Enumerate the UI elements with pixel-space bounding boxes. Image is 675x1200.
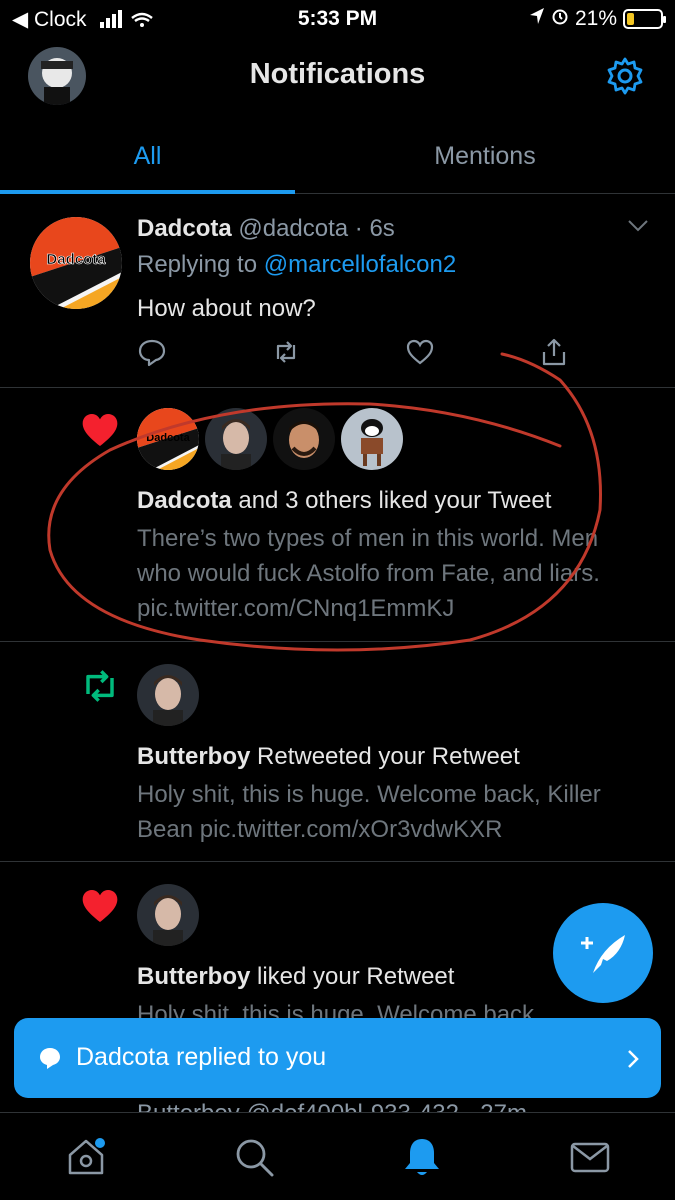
search-icon[interactable] bbox=[232, 1135, 276, 1179]
notification-actor[interactable]: Dadcota bbox=[137, 487, 232, 514]
reply-tweet[interactable]: Dadcota Dadcota @dadcota · 6s Replying t… bbox=[0, 195, 675, 388]
compose-tweet-button[interactable] bbox=[553, 903, 653, 1003]
liker-avatars: Dadcota bbox=[137, 408, 403, 470]
location-icon bbox=[529, 7, 545, 31]
notification-headline: Butterboy liked your Retweet bbox=[137, 963, 454, 991]
partial-next-text: Butterboy @dof400bl·933·432 · 27m bbox=[137, 1100, 527, 1112]
replying-to: Replying to @marcellofalcon2 bbox=[137, 251, 456, 279]
avatar[interactable] bbox=[137, 664, 199, 726]
avatar-logo-text: Dadcota bbox=[46, 251, 106, 268]
replying-prefix: Replying to bbox=[137, 251, 258, 278]
speech-bubble-icon bbox=[38, 1046, 62, 1077]
notification-action: and 3 others liked your Tweet bbox=[238, 487, 552, 514]
bottom-nav bbox=[0, 1112, 675, 1200]
notification-tabs: All Mentions bbox=[0, 118, 675, 194]
compose-feather-icon bbox=[581, 935, 625, 973]
notification-actor[interactable]: Butterboy bbox=[137, 963, 250, 990]
reply-toast[interactable]: Dadcota replied to you bbox=[14, 1018, 661, 1098]
dadcota-avatar[interactable]: Dadcota bbox=[30, 217, 122, 309]
notification-actor[interactable]: Butterboy bbox=[137, 743, 250, 770]
retweeter-avatars bbox=[137, 664, 199, 726]
notification-action: Retweeted your Retweet bbox=[257, 743, 520, 770]
top-header: Notifications bbox=[0, 38, 675, 116]
status-bar: ◀ Clock 5:33 PM 21% bbox=[0, 0, 675, 38]
tweet-meta: Dadcota @dadcota · 6s bbox=[137, 215, 395, 243]
heart-icon bbox=[80, 410, 120, 450]
battery-icon bbox=[623, 9, 666, 29]
avatar-logo-text: Dadcota bbox=[146, 432, 190, 444]
battery-percent: 21% bbox=[574, 7, 617, 30]
tweet-actions bbox=[137, 337, 577, 369]
avatar[interactable] bbox=[205, 408, 267, 470]
retweet-notification[interactable]: Butterboy Retweeted your Retweet Holy sh… bbox=[0, 642, 675, 862]
messages-envelope-icon[interactable] bbox=[568, 1135, 612, 1179]
share-icon[interactable] bbox=[539, 337, 569, 367]
avatar[interactable] bbox=[137, 884, 199, 946]
chevron-down-icon[interactable] bbox=[627, 219, 649, 233]
notification-headline: Dadcota and 3 others liked your Tweet bbox=[137, 487, 551, 515]
avatar[interactable] bbox=[273, 408, 335, 470]
liker-avatars bbox=[137, 884, 199, 946]
tab-mentions[interactable]: Mentions bbox=[295, 118, 675, 193]
notification-action: liked your Retweet bbox=[257, 963, 455, 990]
heart-icon bbox=[80, 886, 120, 926]
tweet-snippet: There’s two types of men in this world. … bbox=[137, 525, 600, 622]
like-icon[interactable] bbox=[405, 337, 435, 367]
tweet-author[interactable]: Dadcota bbox=[137, 215, 232, 242]
toast-message: Dadcota replied to you bbox=[76, 1043, 327, 1071]
alarm-icon bbox=[551, 7, 569, 31]
avatar[interactable]: Dadcota bbox=[137, 408, 199, 470]
tab-all[interactable]: All bbox=[0, 118, 295, 194]
notification-headline: Butterboy Retweeted your Retweet bbox=[137, 743, 520, 771]
chevron-right-icon bbox=[627, 1047, 639, 1076]
reply-icon[interactable] bbox=[137, 337, 167, 367]
like-notification[interactable]: Dadcota Dadcota and 3 others liked your … bbox=[0, 388, 675, 642]
page-title: Notifications bbox=[249, 58, 426, 90]
retweet-icon[interactable] bbox=[271, 337, 301, 367]
retweet-icon bbox=[80, 666, 120, 706]
avatar[interactable] bbox=[341, 408, 403, 470]
home-icon[interactable] bbox=[64, 1135, 108, 1179]
partial-next-item: Butterboy @dof400bl·933·432 · 27m bbox=[137, 1100, 657, 1112]
tweet-handle-time: @dadcota · 6s bbox=[238, 215, 395, 242]
tweet-snippet: Holy shit, this is huge. Welcome back, K… bbox=[137, 781, 601, 843]
notifications-bell-icon[interactable] bbox=[400, 1135, 444, 1179]
replying-to-link[interactable]: @marcellofalcon2 bbox=[264, 251, 456, 278]
gear-icon[interactable] bbox=[605, 56, 645, 96]
tweet-text: How about now? bbox=[137, 295, 316, 322]
